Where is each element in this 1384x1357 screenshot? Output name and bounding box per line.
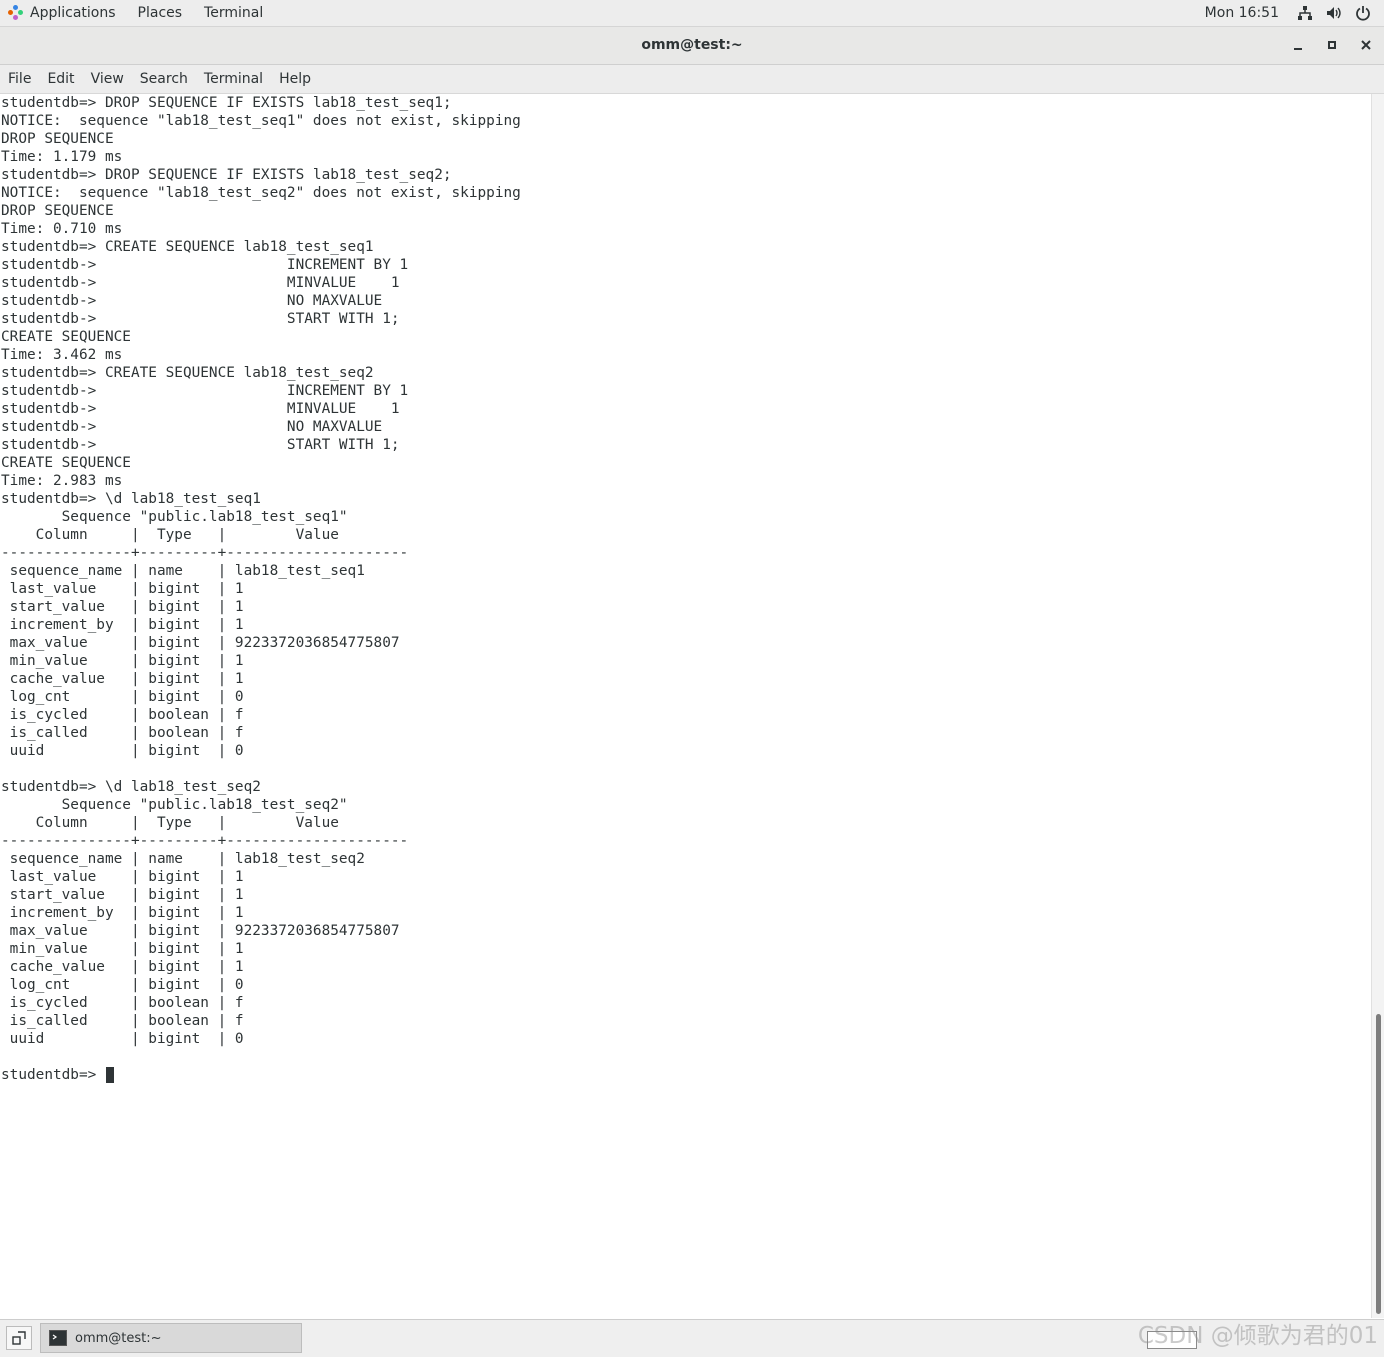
terminal-line: Sequence "public.lab18_test_seq1" (1, 509, 348, 525)
terminal-line: cache_value | bigint | 1 (1, 959, 244, 975)
bottom-panel: omm@test:~ CSDN @倾歌为君的01 (0, 1319, 1384, 1357)
terminal-line: NOTICE: sequence "lab18_test_seq2" does … (1, 185, 521, 201)
terminal-line: studentdb=> CREATE SEQUENCE lab18_test_s… (1, 239, 374, 255)
terminal-line: start_value | bigint | 1 (1, 599, 244, 615)
terminal-line: DROP SEQUENCE (1, 131, 114, 147)
maximize-icon[interactable] (1324, 37, 1340, 53)
terminal-line: studentdb-> START WITH 1; (1, 437, 400, 453)
applications-menu[interactable]: Applications (0, 0, 127, 26)
terminal-line: studentdb-> INCREMENT BY 1 (1, 257, 409, 273)
terminal-line: Column | Type | Value (1, 815, 339, 831)
terminal-line: sequence_name | name | lab18_test_seq2 (1, 851, 365, 867)
terminal-line: Column | Type | Value (1, 527, 339, 543)
terminal-line: uuid | bigint | 0 (1, 1031, 244, 1047)
terminal-line: studentdb-> START WITH 1; (1, 311, 400, 327)
terminal-line: ---------------+---------+--------------… (1, 833, 409, 849)
scrollbar-thumb[interactable] (1376, 1014, 1381, 1314)
network-icon[interactable] (1297, 5, 1313, 21)
terminal-line: studentdb-> MINVALUE 1 (1, 401, 400, 417)
menu-bar: File Edit View Search Terminal Help (0, 65, 1384, 94)
terminal-line: log_cnt | bigint | 0 (1, 689, 244, 705)
watermark: CSDN @倾歌为君的01 (1137, 1323, 1378, 1349)
volume-icon[interactable] (1326, 5, 1342, 21)
panel-right: Mon 16:51 (1205, 0, 1384, 26)
terminal-line: studentdb=> (1, 1067, 105, 1083)
terminal-icon (49, 1330, 67, 1346)
terminal-output[interactable]: studentdb=> DROP SEQUENCE IF EXISTS lab1… (0, 94, 1371, 1318)
terminal-line: studentdb-> INCREMENT BY 1 (1, 383, 409, 399)
menu-file[interactable]: File (0, 65, 39, 93)
applications-icon (8, 5, 24, 21)
terminal-cursor (105, 1067, 114, 1083)
terminal-line: NOTICE: sequence "lab18_test_seq1" does … (1, 113, 521, 129)
taskbar-window-item[interactable]: omm@test:~ (40, 1323, 302, 1353)
terminal-line: min_value | bigint | 1 (1, 653, 244, 669)
terminal-line: studentdb=> DROP SEQUENCE IF EXISTS lab1… (1, 167, 452, 183)
terminal-app-menu[interactable]: Terminal (193, 0, 274, 26)
terminal-line: max_value | bigint | 9223372036854775807 (1, 635, 400, 651)
menu-search[interactable]: Search (132, 65, 196, 93)
terminal-line: studentdb=> \d lab18_test_seq1 (1, 491, 261, 507)
terminal-line: increment_by | bigint | 1 (1, 905, 244, 921)
terminal-line: CREATE SEQUENCE (1, 455, 131, 471)
terminal-line: studentdb-> NO MAXVALUE (1, 293, 383, 309)
terminal-line: start_value | bigint | 1 (1, 887, 244, 903)
terminal-line: studentdb=> \d lab18_test_seq2 (1, 779, 261, 795)
terminal-line: studentdb=> DROP SEQUENCE IF EXISTS lab1… (1, 95, 452, 111)
taskbar-window-label: omm@test:~ (75, 1330, 162, 1346)
terminal-line: is_cycled | boolean | f (1, 707, 244, 723)
terminal-line: sequence_name | name | lab18_test_seq1 (1, 563, 365, 579)
applications-label: Applications (30, 5, 116, 21)
terminal-line: studentdb-> MINVALUE 1 (1, 275, 400, 291)
terminal-line: increment_by | bigint | 1 (1, 617, 244, 633)
menu-terminal[interactable]: Terminal (196, 65, 271, 93)
terminal-line: min_value | bigint | 1 (1, 941, 244, 957)
terminal-line: cache_value | bigint | 1 (1, 671, 244, 687)
terminal-line: max_value | bigint | 9223372036854775807 (1, 923, 400, 939)
terminal-line: ---------------+---------+--------------… (1, 545, 409, 561)
window-title: omm@test:~ (641, 37, 743, 53)
clock[interactable]: Mon 16:51 (1205, 5, 1297, 21)
terminal-line: studentdb-> NO MAXVALUE (1, 419, 383, 435)
terminal-scrollbar[interactable] (1371, 94, 1384, 1318)
menu-help[interactable]: Help (271, 65, 319, 93)
places-menu[interactable]: Places (127, 0, 194, 26)
terminal-line: uuid | bigint | 0 (1, 743, 244, 759)
terminal-line: Time: 1.179 ms (1, 149, 123, 165)
terminal-line: is_cycled | boolean | f (1, 995, 244, 1011)
terminal-line: DROP SEQUENCE (1, 203, 114, 219)
terminal-line: Sequence "public.lab18_test_seq2" (1, 797, 348, 813)
menu-edit[interactable]: Edit (39, 65, 82, 93)
terminal-line: is_called | boolean | f (1, 725, 244, 741)
window-title-bar[interactable]: omm@test:~ (0, 27, 1384, 65)
terminal-line: last_value | bigint | 1 (1, 581, 244, 597)
top-panel: Applications Places Terminal Mon 16:51 (0, 0, 1384, 27)
terminal-line: Time: 0.710 ms (1, 221, 123, 237)
terminal-line: studentdb=> CREATE SEQUENCE lab18_test_s… (1, 365, 374, 381)
terminal-line: Time: 2.983 ms (1, 473, 123, 489)
terminal-line: last_value | bigint | 1 (1, 869, 244, 885)
terminal-line: log_cnt | bigint | 0 (1, 977, 244, 993)
menu-view[interactable]: View (83, 65, 132, 93)
terminal-line: is_called | boolean | f (1, 1013, 244, 1029)
close-icon[interactable] (1358, 37, 1374, 53)
power-icon[interactable] (1355, 5, 1371, 21)
terminal-line: CREATE SEQUENCE (1, 329, 131, 345)
show-desktop-button[interactable] (6, 1326, 32, 1350)
show-desktop-icon (12, 1331, 26, 1345)
terminal-line: Time: 3.462 ms (1, 347, 123, 363)
minimize-icon[interactable] (1290, 37, 1306, 53)
